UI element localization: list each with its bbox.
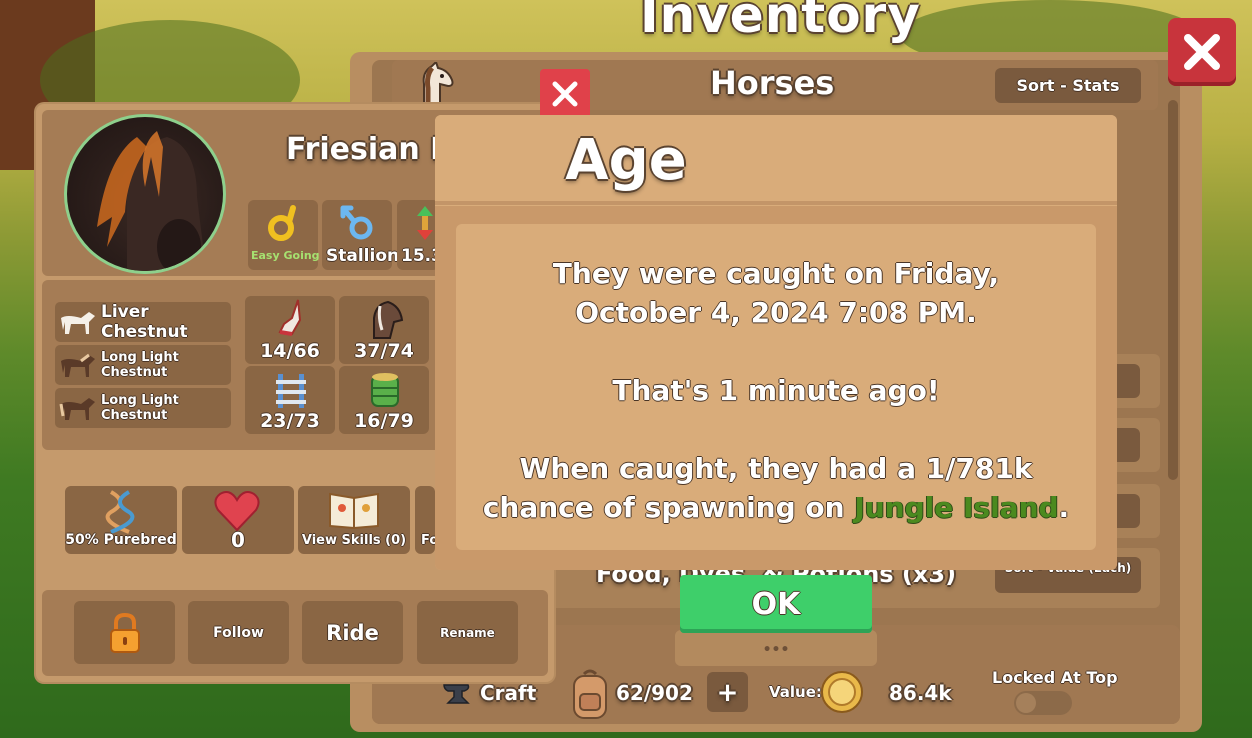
caught-date-text: They were caught on Friday, October 4, 2… bbox=[552, 257, 1000, 329]
purebred-info[interactable]: 50% Purebred bbox=[65, 486, 177, 554]
backpack-icon bbox=[573, 669, 607, 719]
like-button[interactable]: 0 bbox=[182, 486, 294, 554]
horse-silhouette-icon bbox=[59, 398, 95, 420]
skill-book-icon bbox=[329, 492, 379, 530]
coin-icon bbox=[821, 671, 863, 713]
male-symbol-icon bbox=[340, 205, 373, 240]
island-name: Jungle Island bbox=[854, 491, 1059, 524]
jump-value: 23/73 bbox=[260, 410, 320, 432]
horses-title: Horses bbox=[710, 64, 835, 102]
value-label: Value: bbox=[769, 683, 822, 701]
dna-icon bbox=[105, 490, 135, 534]
time-ago-text: That's 1 minute ago! bbox=[612, 374, 940, 407]
locked-at-top-label: Locked At Top bbox=[992, 668, 1118, 687]
horse-silhouette-icon bbox=[61, 353, 95, 377]
locked-at-top-toggle[interactable] bbox=[1014, 691, 1072, 715]
hunger-stat[interactable]: 16/79 bbox=[339, 366, 429, 434]
personality-label: Easy Going bbox=[251, 249, 320, 262]
rename-button[interactable]: Rename bbox=[417, 601, 518, 664]
coat-color-label: Liver Chestnut bbox=[101, 302, 188, 342]
inventory-close-button[interactable] bbox=[1168, 18, 1236, 86]
speed-value: 14/66 bbox=[260, 340, 320, 362]
horse-head-stat-icon bbox=[373, 300, 404, 339]
age-dialog-title: Age bbox=[565, 128, 687, 193]
ride-button[interactable]: Ride bbox=[302, 601, 403, 664]
ok-button[interactable]: OK bbox=[680, 575, 872, 633]
close-icon bbox=[552, 81, 578, 107]
stamina-stat[interactable]: 37/74 bbox=[339, 296, 429, 364]
detail-close-button[interactable] bbox=[540, 69, 590, 119]
view-skills-button[interactable]: View Skills (0) bbox=[298, 486, 410, 554]
tail-row[interactable]: Long Light Chestnut bbox=[55, 388, 231, 428]
more-options-tab[interactable]: ••• bbox=[675, 630, 877, 666]
horse-silhouette-icon bbox=[61, 312, 95, 334]
heart-icon bbox=[214, 491, 260, 532]
expand-capacity-button[interactable]: + bbox=[707, 672, 748, 712]
padlock-icon bbox=[109, 612, 140, 653]
spawn-chance-suffix: . bbox=[1058, 491, 1070, 524]
speed-stat[interactable]: 14/66 bbox=[245, 296, 335, 364]
age-dialog-message: They were caught on Friday, October 4, 2… bbox=[456, 224, 1096, 550]
jump-stat[interactable]: 23/73 bbox=[245, 366, 335, 434]
horseshoe-leg-icon bbox=[278, 299, 302, 336]
mane-label: Long Light Chestnut bbox=[101, 350, 179, 380]
follow-button[interactable]: Follow bbox=[188, 601, 289, 664]
inventory-capacity: 62/902 bbox=[616, 681, 693, 705]
toggle-knob bbox=[1016, 693, 1036, 713]
spawn-chance-text: When caught, they had a 1/781k chance of… bbox=[456, 449, 1096, 527]
hand-ok-icon bbox=[268, 205, 296, 241]
close-icon bbox=[1184, 34, 1220, 70]
value-amount: 86.4k bbox=[889, 681, 952, 705]
stamina-value: 37/74 bbox=[354, 340, 414, 362]
horse-head-icon bbox=[422, 62, 454, 105]
sort-stats-button[interactable]: Sort - Stats bbox=[995, 68, 1141, 103]
jump-fence-icon bbox=[276, 374, 306, 408]
inventory-title: Inventory bbox=[640, 0, 921, 44]
gender-label: Stallion bbox=[326, 246, 400, 266]
height-trait[interactable]: 15.3 bbox=[397, 200, 443, 270]
anvil-icon bbox=[443, 684, 470, 704]
fo-label: Fo bbox=[421, 533, 435, 548]
coat-color-row[interactable]: Liver Chestnut bbox=[55, 302, 231, 342]
mane-row[interactable]: Long Light Chestnut bbox=[55, 345, 231, 385]
view-skills-label: View Skills (0) bbox=[301, 533, 407, 548]
tail-label: Long Light Chestnut bbox=[101, 393, 179, 423]
height-arrow-icon bbox=[417, 206, 433, 240]
lock-button[interactable] bbox=[74, 601, 175, 664]
gender-trait[interactable]: Stallion bbox=[322, 200, 399, 270]
food-barrel-icon bbox=[371, 373, 399, 407]
like-count: 0 bbox=[231, 528, 245, 552]
hunger-value: 16/79 bbox=[354, 410, 414, 432]
fo-button[interactable]: Fo bbox=[415, 486, 435, 554]
purebred-label: 50% Purebred bbox=[65, 532, 177, 548]
craft-label: Craft bbox=[480, 681, 537, 705]
